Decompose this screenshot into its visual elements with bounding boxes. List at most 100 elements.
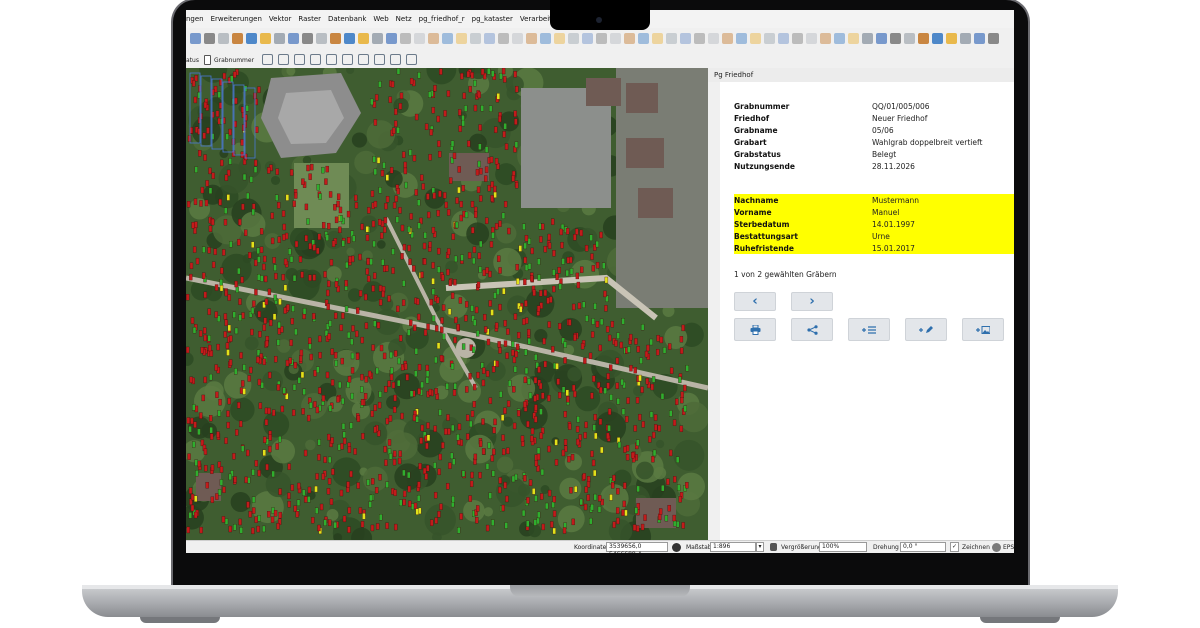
toolbar-tool-icon[interactable] (330, 33, 341, 44)
toolbar-tool-icon[interactable] (946, 33, 957, 44)
toolbar-tool-icon[interactable] (316, 33, 327, 44)
toolbar-tool-icon[interactable] (918, 33, 929, 44)
toolbar-tool-icon[interactable] (232, 33, 243, 44)
selection-tool-icon[interactable] (358, 54, 369, 65)
toolbar-tool-icon[interactable] (554, 33, 565, 44)
menu-item[interactable]: Raster (298, 15, 321, 23)
add-record-button[interactable] (848, 318, 890, 341)
toolbar-tool-icon[interactable] (610, 33, 621, 44)
toolbar-tool-icon[interactable] (820, 33, 831, 44)
selection-tool-icon[interactable] (374, 54, 385, 65)
toolbar-tool-icon[interactable] (722, 33, 733, 44)
toolbar-tool-icon[interactable] (778, 33, 789, 44)
coordinate-input[interactable]: 3539656,0 5466688,4 (606, 542, 668, 553)
toolbar-tool-icon[interactable] (596, 33, 607, 44)
selection-tool-icon[interactable] (310, 54, 321, 65)
grave-plot (622, 500, 626, 508)
menu-item[interactable]: Erweiterungen (211, 15, 262, 23)
toolbar-tool-icon[interactable] (414, 33, 425, 44)
share-button[interactable] (791, 318, 833, 341)
toolbar-tool-icon[interactable] (862, 33, 873, 44)
toolbar-tool-icon[interactable] (400, 33, 411, 44)
toolbar-tool-icon[interactable] (736, 33, 747, 44)
toolbar-tool-icon[interactable] (988, 33, 999, 44)
grave-plot (229, 241, 233, 248)
toolbar-tool-icon[interactable] (302, 33, 313, 44)
grave-plot (389, 374, 394, 381)
toolbar-tool-icon[interactable] (792, 33, 803, 44)
add-image-button[interactable] (962, 318, 1004, 341)
toolbar-tool-icon[interactable] (708, 33, 719, 44)
toolbar-tool-icon[interactable] (358, 33, 369, 44)
mouse-icon[interactable] (672, 543, 681, 552)
print-button[interactable] (734, 318, 776, 341)
toolbar-tool-icon[interactable] (372, 33, 383, 44)
toolbar-tool-icon[interactable] (386, 33, 397, 44)
toolbar-tool-icon[interactable] (834, 33, 845, 44)
grave-plot (193, 227, 197, 234)
toolbar-tool-icon[interactable] (666, 33, 677, 44)
toolbar-tool-icon[interactable] (750, 33, 761, 44)
field-icon[interactable] (204, 55, 211, 65)
toolbar-tool-icon[interactable] (218, 33, 229, 44)
toolbar-tool-icon[interactable] (526, 33, 537, 44)
selection-tool-icon[interactable] (278, 54, 289, 65)
menu-item[interactable]: Web (373, 15, 388, 23)
toolbar-tool-icon[interactable] (428, 33, 439, 44)
menu-item[interactable]: pg_friedhof_r (419, 15, 465, 23)
scale-dropdown-icon[interactable]: ▾ (756, 542, 764, 552)
map-canvas[interactable] (186, 68, 708, 540)
toolbar-tool-icon[interactable] (288, 33, 299, 44)
lock-icon[interactable] (770, 543, 777, 551)
selection-tool-icon[interactable] (406, 54, 417, 65)
toolbar-tool-icon[interactable] (442, 33, 453, 44)
toolbar-tool-icon[interactable] (904, 33, 915, 44)
menu-item[interactable]: Netz (396, 15, 412, 23)
toolbar-tool-icon[interactable] (764, 33, 775, 44)
toolbar-tool-icon[interactable] (848, 33, 859, 44)
selection-tool-icon[interactable] (294, 54, 305, 65)
menu-item[interactable]: pg_kataster (472, 15, 513, 23)
selection-tool-icon[interactable] (390, 54, 401, 65)
toolbar-tool-icon[interactable] (274, 33, 285, 44)
globe-icon[interactable] (992, 543, 1001, 552)
selection-tool-icon[interactable] (342, 54, 353, 65)
toolbar-tool-icon[interactable] (974, 33, 985, 44)
toolbar-tool-icon[interactable] (260, 33, 271, 44)
toolbar-tool-icon[interactable] (190, 33, 201, 44)
rotation-input[interactable]: 0,0 ° (900, 542, 946, 552)
scale-input[interactable]: 1:896 (710, 542, 756, 552)
zoom-input[interactable]: 100% (819, 542, 867, 552)
toolbar-tool-icon[interactable] (456, 33, 467, 44)
toolbar-tool-icon[interactable] (932, 33, 943, 44)
toolbar-tool-icon[interactable] (960, 33, 971, 44)
toolbar-tool-icon[interactable] (890, 33, 901, 44)
toolbar-tool-icon[interactable] (680, 33, 691, 44)
toolbar-tool-icon[interactable] (512, 33, 523, 44)
menu-item[interactable]: ngen (186, 15, 204, 23)
menu-item[interactable]: Vektor (269, 15, 292, 23)
toolbar-tool-icon[interactable] (624, 33, 635, 44)
toolbar-tool-icon[interactable] (638, 33, 649, 44)
grave-plot (540, 468, 545, 476)
toolbar-tool-icon[interactable] (246, 33, 257, 44)
add-note-button[interactable] (905, 318, 947, 341)
toolbar-tool-icon[interactable] (568, 33, 579, 44)
previous-button[interactable]: ‹ (734, 292, 776, 311)
render-checkbox[interactable]: ✓ (950, 542, 959, 552)
toolbar-tool-icon[interactable] (876, 33, 887, 44)
toolbar-tool-icon[interactable] (540, 33, 551, 44)
toolbar-tool-icon[interactable] (344, 33, 355, 44)
menu-item[interactable]: Datenbank (328, 15, 366, 23)
toolbar-tool-icon[interactable] (484, 33, 495, 44)
toolbar-tool-icon[interactable] (470, 33, 481, 44)
toolbar-tool-icon[interactable] (694, 33, 705, 44)
next-button[interactable]: › (791, 292, 833, 311)
toolbar-tool-icon[interactable] (582, 33, 593, 44)
selection-tool-icon[interactable] (262, 54, 273, 65)
toolbar-tool-icon[interactable] (652, 33, 663, 44)
toolbar-tool-icon[interactable] (204, 33, 215, 44)
toolbar-tool-icon[interactable] (498, 33, 509, 44)
selection-tool-icon[interactable] (326, 54, 337, 65)
toolbar-tool-icon[interactable] (806, 33, 817, 44)
